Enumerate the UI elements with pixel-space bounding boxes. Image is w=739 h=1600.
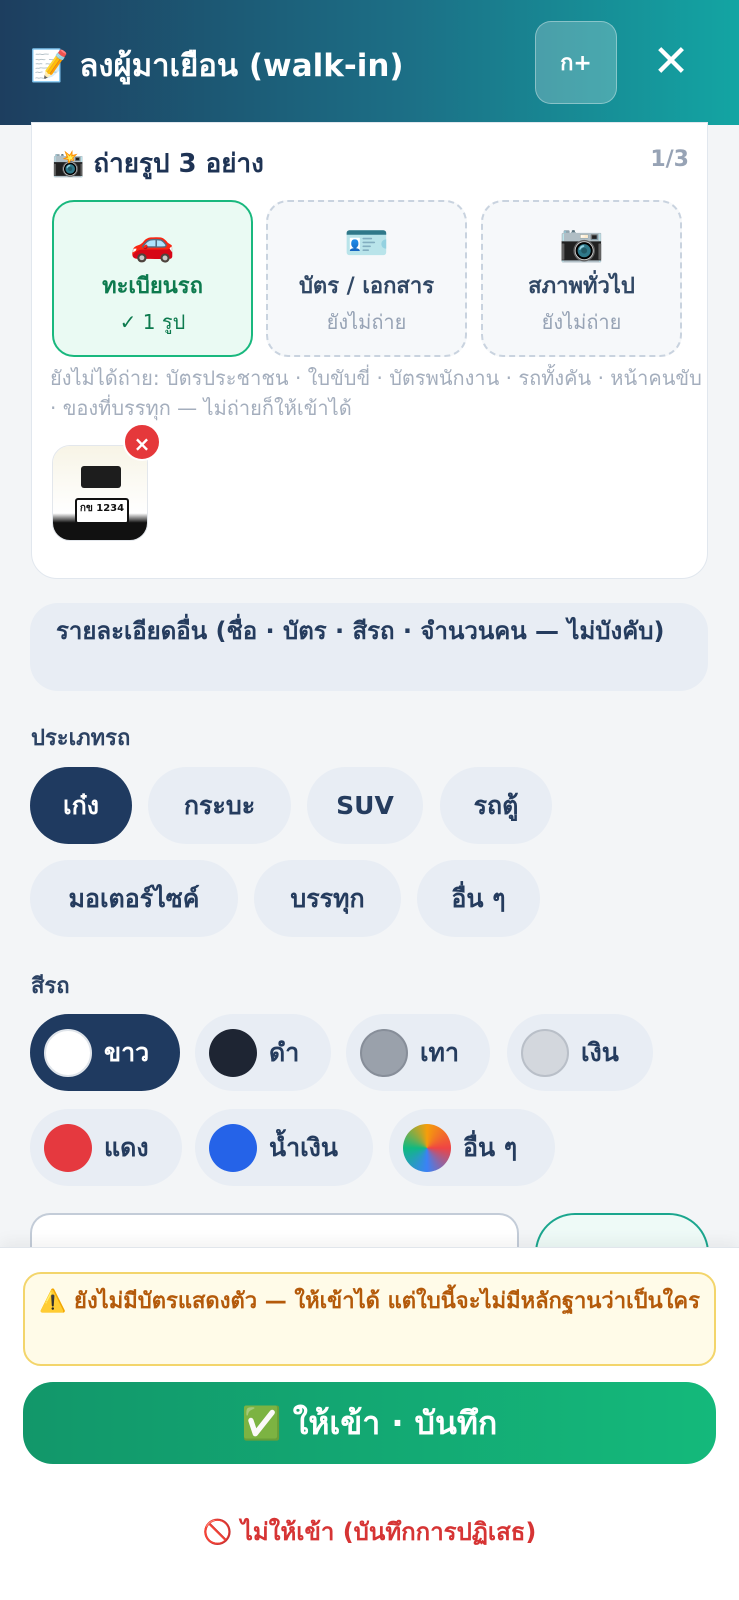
color-label: เทา [420, 1037, 460, 1067]
vehicle-type-motorcycle[interactable]: มอเตอร์ไซค์ [30, 860, 238, 937]
vehicle-type-suv[interactable]: SUV [307, 767, 423, 844]
thumbnail-image [53, 446, 147, 540]
color-chip-other[interactable]: อื่น ๆ [389, 1109, 555, 1186]
optional-details-toggle[interactable]: รายละเอียดอื่น (ชื่อ · บัตร · สีรถ · จำน… [30, 603, 708, 691]
color-label: น้ำเงิน [269, 1132, 338, 1162]
color-label: ขาว [104, 1037, 150, 1067]
tile-label: บัตร / เอกสาร [298, 274, 435, 299]
red-swatch-icon [44, 1123, 92, 1172]
vehicle-type-label: ประเภทรถ [31, 726, 131, 751]
vehicle-type-other[interactable]: อื่น ๆ [417, 860, 540, 937]
photo-count: 1/3 [650, 147, 689, 172]
bottom-action-panel: ⚠️ ยังไม่มีบัตรแสดงตัว — ให้เข้าได้ แต่ใ… [0, 1247, 739, 1600]
car-icon: 🚗 [130, 223, 175, 264]
no-id-warning: ⚠️ ยังไม่มีบัตรแสดงตัว — ให้เข้าได้ แต่ใ… [23, 1272, 716, 1366]
font-size-button[interactable]: ก+ [535, 21, 617, 104]
close-icon[interactable]: ✕ [645, 30, 697, 94]
deny-entry-button[interactable]: 🚫 ไม่ให้เข้า (บันทึกการปฏิเสธ) [0, 1510, 739, 1554]
tile-general-condition[interactable]: 📷 สภาพทั่วไป ยังไม่ถ่าย [481, 200, 682, 357]
photo-section-title: 📸 ถ่ายรูป 3 อย่าง [52, 149, 264, 179]
color-chip-blue[interactable]: น้ำเงิน [195, 1109, 373, 1186]
thumbnail-plate: กข 1234 [75, 498, 129, 524]
black-swatch-icon [209, 1028, 257, 1077]
vehicle-type-sedan[interactable]: เก๋ง [30, 767, 132, 844]
color-label: อื่น ๆ [463, 1132, 518, 1162]
color-chip-black[interactable]: ดำ [195, 1014, 331, 1091]
tile-id-document[interactable]: 🪪 บัตร / เอกสาร ยังไม่ถ่าย [266, 200, 467, 357]
page-title: 📝 ลงผู้มาเยือน (walk-in) [30, 48, 404, 84]
tile-label: ทะเบียนรถ [102, 274, 203, 299]
vehicle-type-van[interactable]: รถตู้ [440, 767, 552, 844]
remove-photo-button[interactable]: × [123, 423, 161, 461]
color-chip-gray[interactable]: เทา [346, 1014, 490, 1091]
silver-swatch-icon [521, 1028, 569, 1077]
photo-capture-card: 📸 ถ่ายรูป 3 อย่าง 1/3 🚗 ทะเบียนรถ ✓ 1 รู… [31, 122, 708, 579]
vehicle-type-pickup[interactable]: กระบะ [148, 767, 291, 844]
tile-label: สภาพทั่วไป [528, 274, 635, 299]
gray-swatch-icon [360, 1028, 408, 1077]
thumbnail-window [81, 466, 121, 488]
vehicle-color-label: สีรถ [31, 974, 70, 999]
color-chip-silver[interactable]: เงิน [507, 1014, 653, 1091]
missing-photos-hint: ยังไม่ได้ถ่าย: บัตรประชาชน · ใบขับขี่ · … [50, 366, 702, 420]
tile-license-plate[interactable]: 🚗 ทะเบียนรถ ✓ 1 รูป [52, 200, 253, 357]
color-label: ดำ [269, 1037, 300, 1067]
white-swatch-icon [44, 1028, 92, 1077]
allow-entry-button[interactable]: ✅ ให้เข้า · บันทึก [23, 1382, 716, 1464]
vehicle-type-truck[interactable]: บรรทุก [254, 860, 401, 937]
color-label: เงิน [581, 1037, 619, 1067]
color-chip-white[interactable]: ขาว [30, 1014, 180, 1091]
blue-swatch-icon [209, 1123, 257, 1172]
tile-status: ยังไม่ถ่าย [541, 310, 622, 334]
color-chip-red[interactable]: แดง [30, 1109, 182, 1186]
multicolor-swatch-icon [403, 1123, 451, 1172]
tile-status: ✓ 1 รูป [119, 310, 186, 334]
tile-status: ยังไม่ถ่าย [326, 310, 407, 334]
color-label: แดง [104, 1132, 149, 1162]
camera-icon: 📷 [559, 223, 604, 264]
app-header: 📝 ลงผู้มาเยือน (walk-in) ก+ ✕ [0, 0, 739, 125]
id-card-icon: 🪪 [344, 223, 389, 264]
